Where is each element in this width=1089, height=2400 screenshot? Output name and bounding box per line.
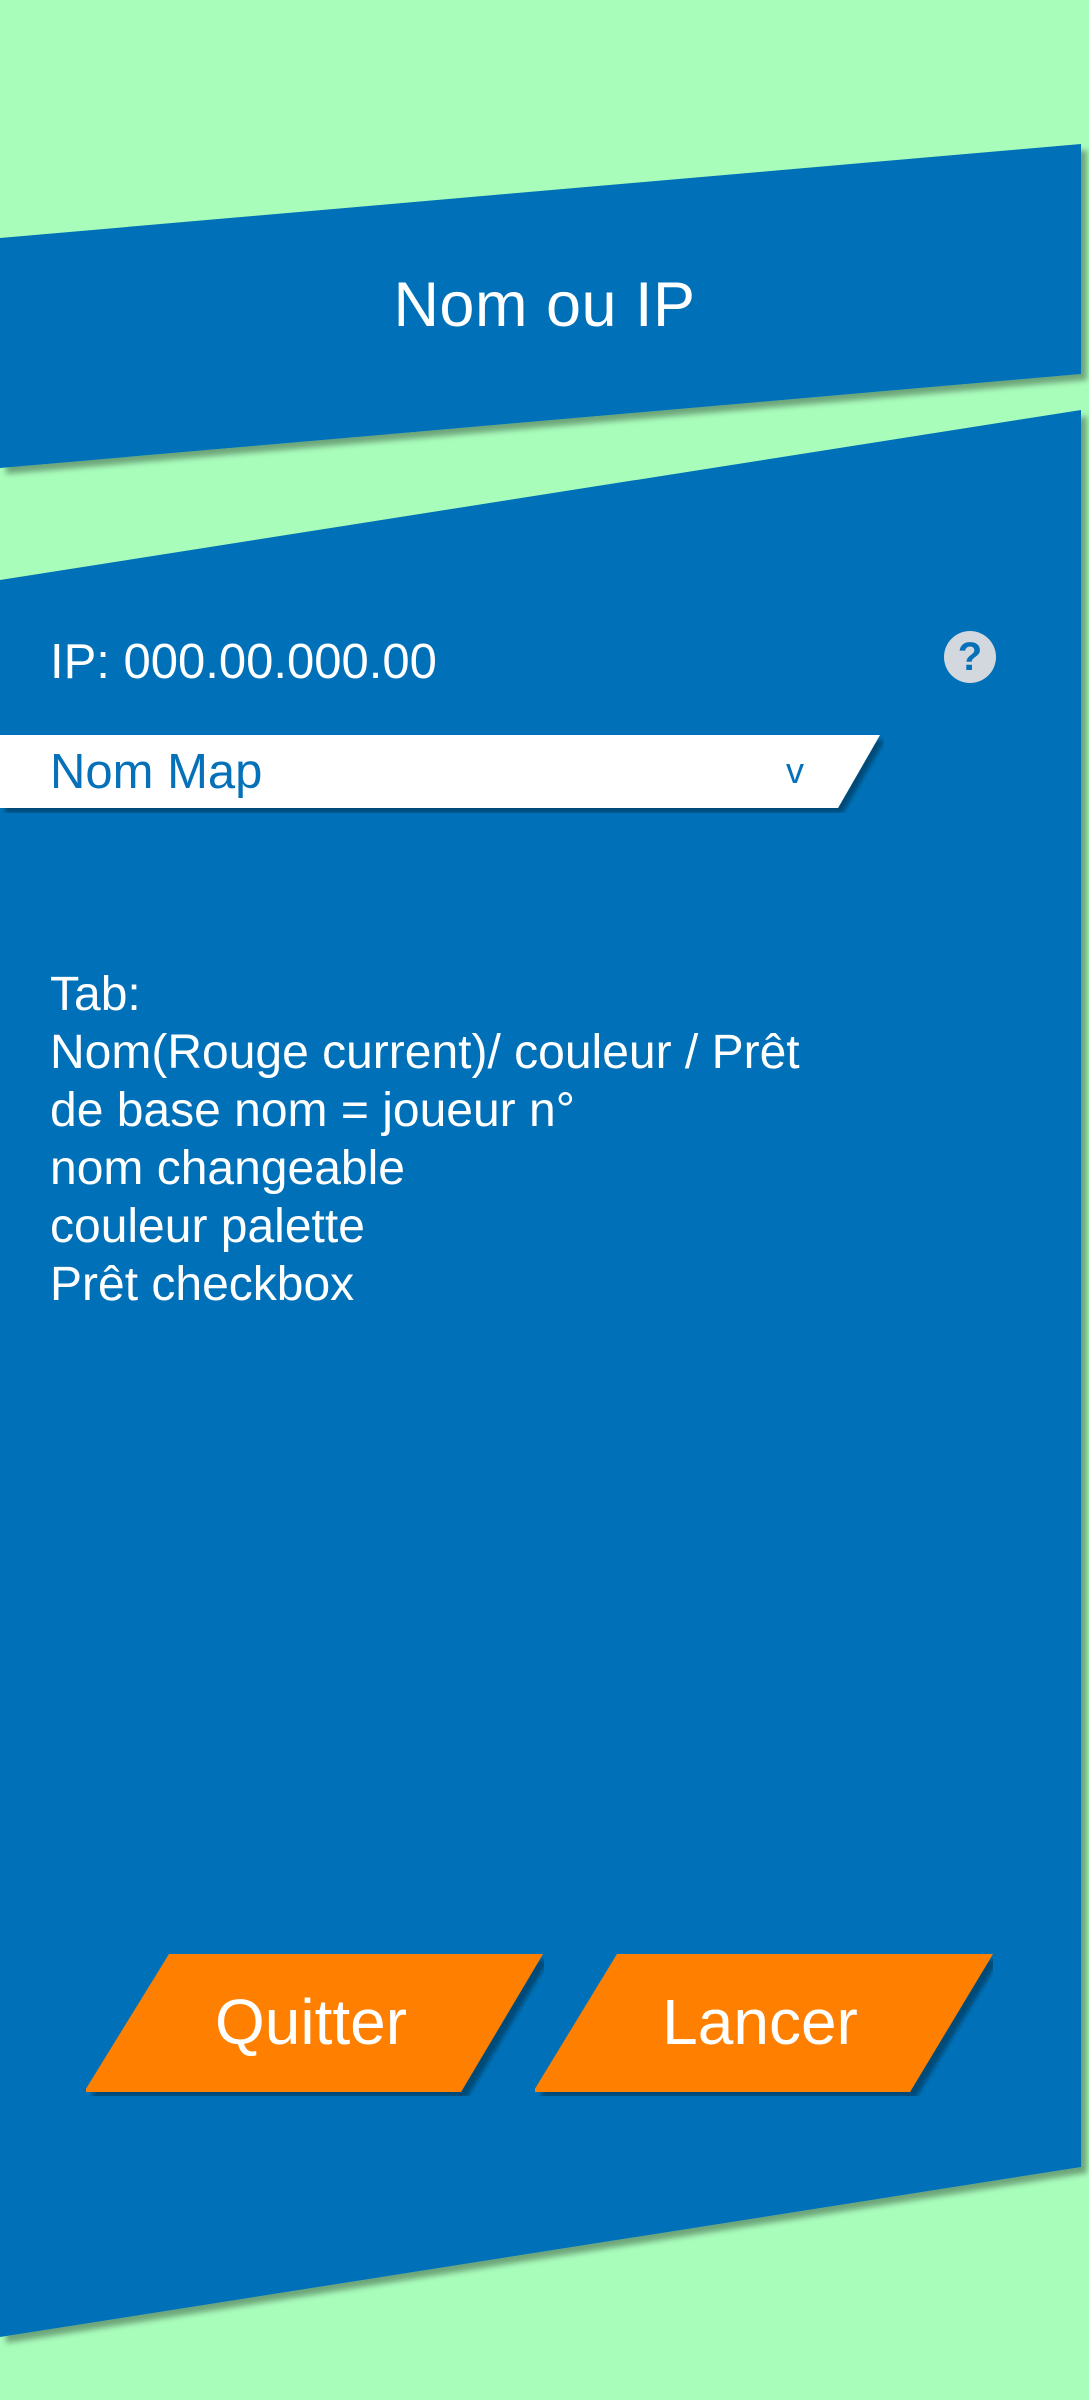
launch-button-label: Lancer	[662, 1986, 858, 2058]
notes-text: Tab: Nom(Rouge current)/ couleur / Prêt …	[50, 966, 950, 1314]
quit-button-label: Quitter	[214, 1986, 408, 2058]
launch-button[interactable]: Lancer	[535, 1954, 993, 2096]
note-line: Prêt checkbox	[50, 1258, 355, 1311]
map-select-dropdown[interactable]: Nom Map v	[0, 735, 884, 813]
chevron-down-icon: v	[786, 750, 804, 791]
quit-button[interactable]: Quitter	[86, 1954, 544, 2096]
note-line: de base nom = joueur n°	[50, 1084, 575, 1137]
ip-address-label: IP: 000.00.000.00	[50, 635, 437, 689]
page-title: Nom ou IP	[393, 270, 696, 340]
note-line: Tab:	[50, 968, 141, 1021]
note-line: Nom(Rouge current)/ couleur / Prêt	[50, 1026, 800, 1079]
note-line: nom changeable	[50, 1142, 405, 1195]
help-icon-glyph: ?	[957, 635, 983, 679]
map-select-value: Nom Map	[50, 745, 263, 799]
help-icon[interactable]: ?	[944, 631, 996, 683]
note-line: couleur palette	[50, 1200, 365, 1253]
